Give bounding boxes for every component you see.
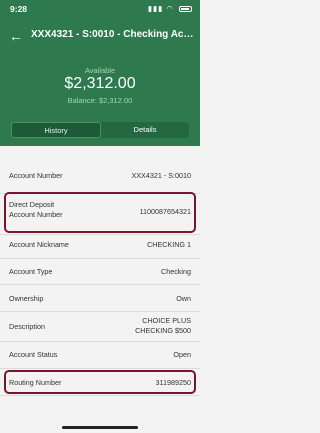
- account-nickname-value: CHECKING 1: [147, 240, 191, 249]
- available-amount: $2,312.00: [64, 75, 136, 92]
- routing-number-highlight-box: [4, 370, 196, 394]
- detail-row-account-nickname: Account Nickname CHECKING 1: [0, 235, 200, 259]
- detail-row-description: Description CHOICE PLUS CHECKING $500: [0, 312, 200, 342]
- tab-details[interactable]: Details: [101, 122, 189, 138]
- page-title: XXX4321 - S:0010 - Checking Account: [31, 29, 195, 40]
- nav-bar: ← XXX4321 - S:0010 - Checking Account: [0, 24, 200, 48]
- battery-icon: [179, 6, 192, 13]
- account-type-label: Account Type: [9, 267, 53, 276]
- home-indicator: [62, 426, 138, 429]
- signal-icon: ▮▮▮: [147, 4, 164, 13]
- status-icons: ▮▮▮ ◠: [148, 4, 192, 13]
- back-arrow-icon[interactable]: ←: [6, 26, 26, 46]
- description-value: CHOICE PLUS CHECKING $500: [135, 316, 191, 335]
- account-number-value: XXX4321 - S:0010: [131, 171, 191, 180]
- tab-history[interactable]: History: [11, 122, 101, 138]
- account-status-value: Open: [173, 350, 191, 359]
- detail-row-account-type: Account Type Checking: [0, 259, 200, 285]
- detail-row-ownership: Ownership Own: [0, 285, 200, 312]
- direct-deposit-account-number-highlight-box: [4, 192, 196, 233]
- segmented-control: History Details: [11, 122, 189, 138]
- balance-label: Balance:: [67, 96, 97, 105]
- account-header: 9:28 ▮▮▮ ◠ ← XXX4321 - S:0010 - Checking…: [0, 0, 200, 146]
- description-label: Description: [9, 322, 45, 331]
- detail-row-account-status: Account Status Open: [0, 342, 200, 369]
- detail-row-account-number: Account Number XXX4321 - S:0010: [0, 160, 200, 194]
- status-time: 9:28: [10, 4, 28, 14]
- wifi-icon: ◠: [166, 4, 174, 13]
- status-bar: 9:28 ▮▮▮ ◠: [0, 0, 200, 20]
- account-nickname-label: Account Nickname: [9, 240, 69, 249]
- balance-value: $2,312.00: [98, 96, 133, 105]
- ownership-label: Ownership: [9, 294, 44, 303]
- account-status-label: Account Status: [9, 350, 58, 359]
- available-label: Available: [84, 66, 116, 75]
- balance-line: Balance: $2,312.00: [0, 96, 200, 105]
- ownership-value: Own: [176, 294, 191, 303]
- account-type-value: Checking: [161, 267, 191, 276]
- account-number-label: Account Number: [9, 171, 63, 180]
